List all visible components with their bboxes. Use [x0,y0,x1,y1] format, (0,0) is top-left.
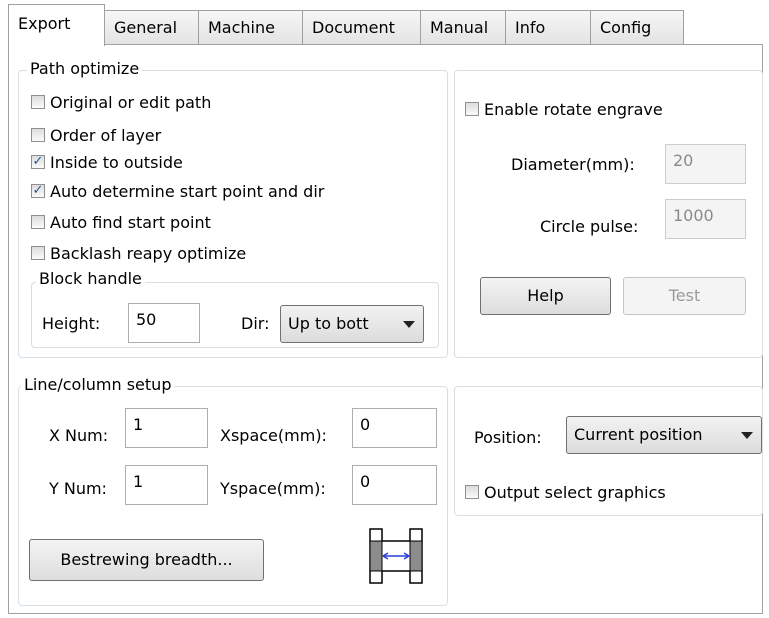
bestrewing-breadth-button[interactable]: Bestrewing breadth... [29,539,264,581]
tab-manual[interactable]: Manual [420,10,506,44]
chevron-down-icon [403,321,415,328]
dir-label: Dir: [241,314,270,333]
tab-config[interactable]: Config [590,10,684,44]
option-auto-determine[interactable]: ✓ Auto determine start point and dir [31,180,324,204]
checkbox-backlash[interactable] [31,245,45,260]
yspace-label: Yspace(mm): [220,479,326,498]
tab-info[interactable]: Info [505,10,591,44]
tab-export[interactable]: Export [8,4,105,46]
xspace-input[interactable]: 0 [352,408,437,448]
line-column-title: Line/column setup [21,375,175,395]
spacing-icon [369,528,423,584]
tab-document[interactable]: Document [302,10,421,44]
help-button[interactable]: Help [480,277,611,315]
option-backlash[interactable]: Backlash reapy optimize [31,242,246,266]
option-enable-rotate[interactable]: Enable rotate engrave [465,98,663,122]
xnum-label: X Num: [49,426,109,445]
chevron-down-icon [741,432,753,439]
checkbox-auto-determine[interactable]: ✓ [31,183,45,198]
path-optimize-title: Path optimize [27,59,143,79]
checkbox-order-of-layer[interactable] [31,127,45,142]
diameter-label: Diameter(mm): [511,155,635,174]
checkbox-enable-rotate[interactable] [465,101,479,116]
checkbox-inside-to-outside[interactable]: ✓ [31,154,45,169]
dir-select[interactable]: Up to bott [280,305,424,343]
test-button[interactable]: Test [623,277,746,315]
option-inside-to-outside[interactable]: ✓ Inside to outside [31,151,183,175]
tab-strip: Export General Machine Document Manual I… [0,0,769,46]
xspace-label: Xspace(mm): [220,426,327,445]
circle-pulse-label: Circle pulse: [540,217,639,236]
position-select[interactable]: Current position [566,416,762,454]
block-handle-title: Block handle [36,269,145,289]
ynum-input[interactable]: 1 [125,465,208,505]
tab-machine[interactable]: Machine [198,10,303,44]
xnum-input[interactable]: 1 [125,408,208,448]
option-auto-find-start[interactable]: Auto find start point [31,211,211,235]
height-label: Height: [42,314,101,333]
option-output-select-graphics[interactable]: Output select graphics [465,481,666,505]
checkbox-original-path[interactable] [31,94,45,109]
height-input[interactable]: 50 [128,303,200,343]
checkbox-output-select-graphics[interactable] [465,484,479,499]
yspace-input[interactable]: 0 [352,465,437,505]
tab-general[interactable]: General [104,10,199,44]
diameter-input[interactable]: 20 [665,144,746,184]
option-original-path[interactable]: Original or edit path [31,91,211,115]
checkbox-auto-find-start[interactable] [31,214,45,229]
ynum-label: Y Num: [49,479,107,498]
position-label: Position: [474,428,542,447]
circle-pulse-input[interactable]: 1000 [665,199,746,239]
option-order-of-layer[interactable]: Order of layer [31,124,161,148]
